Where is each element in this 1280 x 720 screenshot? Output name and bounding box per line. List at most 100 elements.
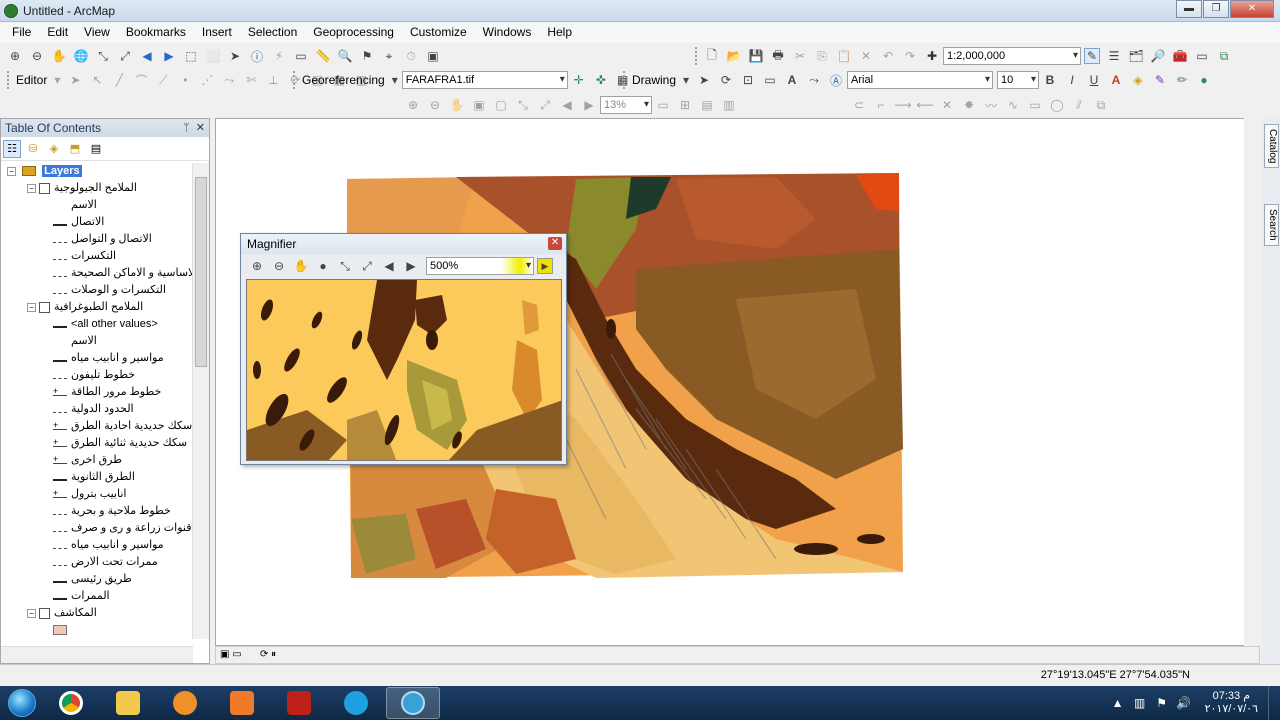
select-elements-icon[interactable]: ➤ bbox=[696, 72, 712, 88]
underline-button[interactable]: U bbox=[1086, 72, 1102, 88]
taskbar-player[interactable] bbox=[215, 687, 269, 719]
zoom-100-icon[interactable]: ▢ bbox=[493, 97, 509, 113]
straight-segment-icon[interactable]: ╱ bbox=[111, 72, 127, 88]
toc-item[interactable]: قنوات زراعة و رى و صرف bbox=[1, 520, 193, 537]
font-size-combo[interactable]: 10 bbox=[997, 71, 1040, 89]
delete-icon[interactable]: ✕ bbox=[858, 48, 874, 64]
italic-button[interactable]: I bbox=[1064, 72, 1080, 88]
list-by-source-icon[interactable]: ⛁ bbox=[24, 140, 42, 158]
copy-icon[interactable]: ⎘ bbox=[814, 48, 830, 64]
select-elements-arrow-icon[interactable]: ➤ bbox=[227, 48, 243, 64]
catalog-window-icon[interactable]: 🗂 bbox=[1128, 48, 1144, 64]
toc-item[interactable]: + خطوط مرور الطاقة bbox=[1, 384, 193, 401]
toc-horizontal-scrollbar[interactable] bbox=[1, 646, 193, 663]
menu-help[interactable]: Help bbox=[539, 22, 580, 43]
magnifier-fixed-zoom-out-icon[interactable]: ⤢ bbox=[359, 258, 375, 274]
catalog-tab[interactable]: Catalog bbox=[1264, 124, 1279, 169]
layout-view-icon[interactable]: ▣ ▭ bbox=[220, 649, 242, 660]
taskbar-explorer[interactable] bbox=[101, 687, 155, 719]
magnifier-options-arrow-icon[interactable]: ▶ bbox=[537, 258, 553, 274]
fixed-zoom-out-icon[interactable]: ⤢ bbox=[117, 48, 133, 64]
forward-arrow-icon[interactable]: ▶ bbox=[161, 48, 177, 64]
explode-icon[interactable]: ✸ bbox=[961, 97, 977, 113]
refresh-icon[interactable]: ⟳ ⏸ bbox=[260, 649, 276, 660]
layers-root-label[interactable]: Layers bbox=[42, 165, 82, 177]
layer-visibility-checkbox[interactable] bbox=[39, 182, 50, 194]
model-builder-icon[interactable]: ⧉ bbox=[1216, 48, 1232, 64]
magnifier-zoom-out-icon[interactable]: ⊖ bbox=[271, 258, 287, 274]
toc-item[interactable]: + انابيب بترول bbox=[1, 486, 193, 503]
rectangle-create-icon[interactable]: ▭ bbox=[1027, 97, 1043, 113]
arctoolbox-icon[interactable]: 🧰 bbox=[1172, 48, 1188, 64]
reshape-icon[interactable]: ⤳ bbox=[221, 72, 237, 88]
fixed-zoom-in-icon[interactable]: ⤡ bbox=[95, 48, 111, 64]
previous-extent-icon[interactable]: ◀ bbox=[559, 97, 575, 113]
layout-zoom-out-icon[interactable]: ⊖ bbox=[427, 97, 443, 113]
layer-visibility-checkbox[interactable] bbox=[39, 301, 50, 313]
edit-annotation-icon[interactable]: ↖ bbox=[89, 72, 105, 88]
extend-icon[interactable]: ⟶ bbox=[894, 97, 911, 113]
toc-item[interactable]: الطرق الثانوية bbox=[1, 469, 193, 486]
find-icon[interactable]: 🔍 bbox=[337, 48, 353, 64]
toc-item[interactable]: طريق رئيسى bbox=[1, 571, 193, 588]
next-extent-icon[interactable]: ▶ bbox=[581, 97, 597, 113]
toc-item[interactable]: التكسرات bbox=[1, 248, 193, 265]
maximize-button[interactable]: ❐ bbox=[1203, 0, 1229, 18]
select-features-icon[interactable]: ⬚ bbox=[183, 48, 199, 64]
taskbar-skype[interactable] bbox=[329, 687, 383, 719]
magnifier-window[interactable]: Magnifier ✕ ⊕ ⊖ ✋ ● ⤡ ⤢ ◀ ▶ 500% ▶ bbox=[240, 233, 567, 465]
collapse-icon[interactable]: − bbox=[27, 183, 36, 193]
rotate-element-icon[interactable]: ⟳ bbox=[718, 72, 734, 88]
start-button[interactable] bbox=[0, 686, 44, 720]
shadow-color-icon[interactable]: ● bbox=[1196, 72, 1212, 88]
create-viewer-icon[interactable]: ▣ bbox=[425, 48, 441, 64]
magnifier-zoom-in-icon[interactable]: ⊕ bbox=[249, 258, 265, 274]
clear-selection-icon[interactable]: ⬜ bbox=[205, 48, 221, 64]
map-scale-combo[interactable]: 1:2,000,000 bbox=[943, 47, 1081, 65]
tray-flag-icon[interactable]: ⚑ bbox=[1154, 695, 1170, 711]
georef-layer-combo[interactable]: FARAFRA1.tif bbox=[401, 71, 568, 89]
edit-vertices-icon[interactable]: ⋰ bbox=[199, 72, 215, 88]
menu-customize[interactable]: Customize bbox=[402, 22, 475, 43]
toc-item[interactable]: − الملامح الطبوغرافية bbox=[1, 299, 193, 316]
toc-close-icon[interactable]: ✕ bbox=[196, 122, 205, 134]
editor-menu[interactable]: Editor bbox=[13, 73, 50, 87]
view-link-table-icon[interactable]: ✜ bbox=[593, 72, 609, 88]
data-driven-pages-icon[interactable]: ▥ bbox=[721, 97, 737, 113]
tray-network-icon[interactable]: ▥ bbox=[1132, 695, 1148, 711]
smooth-icon[interactable]: ∿ bbox=[1005, 97, 1021, 113]
line-color-icon[interactable]: ✎ bbox=[1152, 72, 1168, 88]
end-point-arc-icon[interactable]: ⌒ bbox=[133, 72, 149, 88]
menu-view[interactable]: View bbox=[76, 22, 118, 43]
paste-icon[interactable]: 📋 bbox=[836, 48, 852, 64]
marker-color-icon[interactable]: ✏ bbox=[1174, 72, 1190, 88]
search-window-icon[interactable]: 🔎 bbox=[1150, 48, 1166, 64]
identify-icon[interactable]: ⓘ bbox=[249, 48, 265, 64]
time-slider-icon[interactable]: ⏱ bbox=[403, 48, 419, 64]
close-button[interactable]: ✕ bbox=[1230, 0, 1274, 18]
print-icon[interactable]: 🖶 bbox=[770, 48, 786, 64]
search-tab[interactable]: Search bbox=[1264, 204, 1279, 246]
focus-data-frame-icon[interactable]: ⊞ bbox=[677, 97, 693, 113]
show-desktop-button[interactable] bbox=[1268, 686, 1280, 720]
drawing-menu[interactable]: Drawing bbox=[629, 73, 679, 87]
find-route-icon[interactable]: ⚑ bbox=[359, 48, 375, 64]
edit-vertices-drawing-icon[interactable]: ⤳ bbox=[806, 72, 822, 88]
list-by-selection-icon[interactable]: ⬒ bbox=[66, 140, 84, 158]
toc-options-icon[interactable]: ▤ bbox=[87, 140, 105, 158]
full-extent-globe-icon[interactable]: 🌐 bbox=[73, 48, 89, 64]
trace-icon[interactable]: ⟋ bbox=[155, 72, 171, 88]
trim-icon[interactable]: ⟵ bbox=[916, 97, 933, 113]
toc-pin-icon[interactable]: ᛘ bbox=[183, 122, 190, 134]
save-icon[interactable]: 💾 bbox=[748, 48, 764, 64]
zoom-to-element-icon[interactable]: ⊡ bbox=[740, 72, 756, 88]
circle-create-icon[interactable]: ◯ bbox=[1049, 97, 1065, 113]
map-horizontal-scrollbar[interactable]: ▣ ▭ ⟳ ⏸ bbox=[215, 646, 1260, 664]
taskbar-chrome[interactable] bbox=[44, 687, 98, 719]
cut-icon[interactable]: ✂ bbox=[792, 48, 808, 64]
toc-item[interactable]: − المكاشف bbox=[1, 605, 193, 622]
redo-icon[interactable]: ↷ bbox=[902, 48, 918, 64]
toc-item[interactable]: <all other values> bbox=[1, 316, 193, 333]
split-multipart-icon[interactable]: ⧉ bbox=[1093, 97, 1109, 113]
toc-item[interactable] bbox=[1, 622, 193, 639]
